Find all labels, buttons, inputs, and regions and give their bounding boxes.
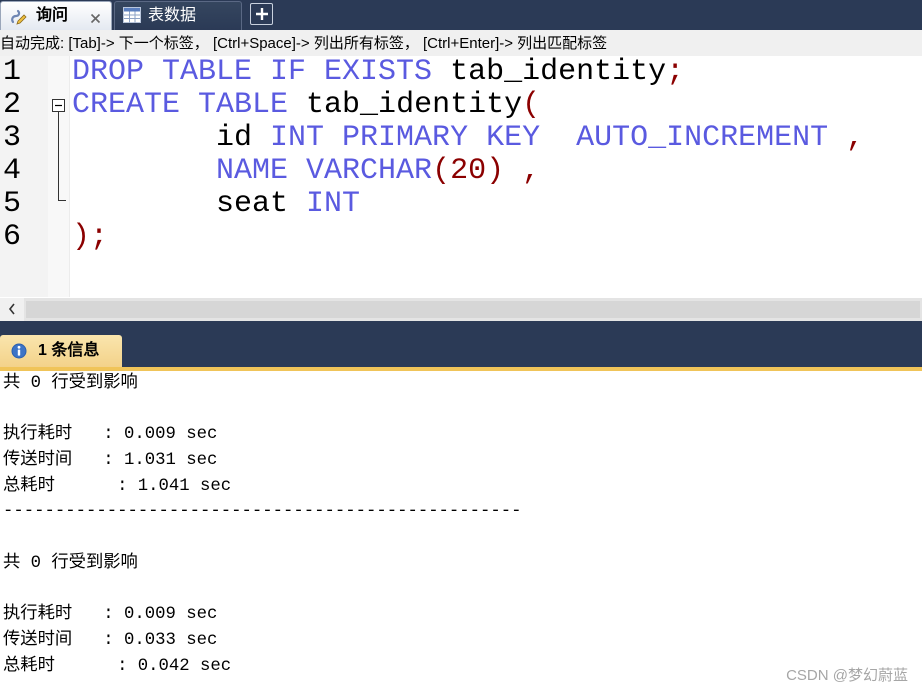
tab-query-label: 询问 xyxy=(36,7,69,24)
fold-range-end xyxy=(58,200,66,201)
line-number: 6 xyxy=(3,220,22,254)
tab-table-data[interactable]: 表数据 xyxy=(114,1,242,30)
sql-editor[interactable]: 123456 DROP TABLE IF EXISTS tab_identity… xyxy=(0,56,922,297)
sql-punctuation-token: ( xyxy=(432,154,451,188)
code-line[interactable]: DROP TABLE IF EXISTS tab_identity; xyxy=(72,56,684,89)
tab-messages[interactable]: 1 条信息 xyxy=(0,335,122,367)
execution-time-message: 执行耗时 : 0.009 sec xyxy=(3,425,218,445)
sql-keyword-token: NAME VARCHAR xyxy=(72,154,433,188)
sql-punctuation-token: ; xyxy=(666,56,685,89)
sql-keyword-token: DROP TABLE IF EXISTS xyxy=(72,56,433,89)
total-time-message: 总耗时 : 1.041 sec xyxy=(3,476,232,496)
results-tab-bar: 1 条信息 xyxy=(0,335,922,367)
fold-collapse-icon[interactable] xyxy=(52,99,65,112)
watermark: CSDN @梦幻蔚蓝 xyxy=(786,667,908,684)
info-icon xyxy=(11,343,27,359)
new-tab-button[interactable] xyxy=(250,3,273,25)
sql-identifier-token: id xyxy=(72,121,253,155)
sql-keyword-token: INT xyxy=(288,187,361,221)
fold-range-line xyxy=(58,112,59,201)
scroll-left-button[interactable] xyxy=(0,298,24,321)
line-number: 4 xyxy=(3,154,22,188)
sql-punctuation-token: ( xyxy=(522,88,541,122)
tab-query[interactable]: 询问 xyxy=(0,1,112,30)
autocomplete-hint: 自动完成: [Tab]-> 下一个标签， [Ctrl+Space]-> 列出所有… xyxy=(0,30,922,56)
line-number: 5 xyxy=(3,187,22,221)
scrollbar-track[interactable] xyxy=(24,298,922,321)
code-line[interactable]: NAME VARCHAR(20) , xyxy=(72,155,540,188)
query-icon xyxy=(9,7,27,25)
line-number: 3 xyxy=(3,121,22,155)
sql-keyword-token: CREATE TABLE xyxy=(72,88,289,122)
sql-punctuation-token: ); xyxy=(72,220,109,254)
sql-punctuation-token: , xyxy=(504,154,541,188)
code-line[interactable]: seat INT xyxy=(72,188,360,221)
panel-splitter[interactable] xyxy=(0,321,922,335)
sql-punctuation-token: , xyxy=(828,121,865,155)
chevron-left-icon xyxy=(8,303,15,315)
close-icon[interactable] xyxy=(90,11,101,24)
scrollbar-thumb[interactable] xyxy=(26,301,920,318)
table-grid-icon xyxy=(123,7,141,25)
fold-margin xyxy=(48,56,70,297)
horizontal-scrollbar[interactable] xyxy=(0,297,922,321)
sql-number-token: 20 xyxy=(450,154,487,188)
affected-rows-message: 共 0 行受到影响 xyxy=(3,374,138,393)
line-number-gutter: 123456 xyxy=(0,56,48,297)
transfer-time-message: 传送时间 : 1.031 sec xyxy=(3,451,218,471)
sql-identifier-token: seat xyxy=(72,187,289,221)
message-separator: ----------------------------------------… xyxy=(3,502,522,522)
plus-icon xyxy=(256,8,268,20)
total-time-message: 总耗时 : 0.042 sec xyxy=(3,656,232,676)
line-number: 2 xyxy=(3,88,22,122)
sql-identifier-token: tab_identity xyxy=(432,56,667,89)
code-line[interactable]: CREATE TABLE tab_identity( xyxy=(72,89,540,122)
code-area[interactable]: DROP TABLE IF EXISTS tab_identity; CREATE… xyxy=(72,56,922,297)
code-line[interactable]: id INT PRIMARY KEY AUTO_INCREMENT , xyxy=(72,122,864,155)
sql-keyword-token: INT PRIMARY KEY AUTO_INCREMENT xyxy=(252,121,829,155)
messages-output: 共 0 行受到影响 执行耗时 : 0.009 sec 传送时间 : 1.031 … xyxy=(3,371,903,679)
tab-table-data-label: 表数据 xyxy=(148,7,197,24)
code-line[interactable]: ); xyxy=(72,221,108,254)
sql-identifier-token: tab_identity xyxy=(288,88,523,122)
line-number: 1 xyxy=(3,56,22,89)
execution-time-message: 执行耗时 : 0.009 sec xyxy=(3,605,218,625)
sql-punctuation-token: ) xyxy=(486,154,505,188)
transfer-time-message: 传送时间 : 0.033 sec xyxy=(3,630,218,650)
tab-messages-label: 1 条信息 xyxy=(38,342,100,359)
affected-rows-message: 共 0 行受到影响 xyxy=(3,553,138,573)
query-tab-bar: 询问 表数据 xyxy=(0,0,922,30)
